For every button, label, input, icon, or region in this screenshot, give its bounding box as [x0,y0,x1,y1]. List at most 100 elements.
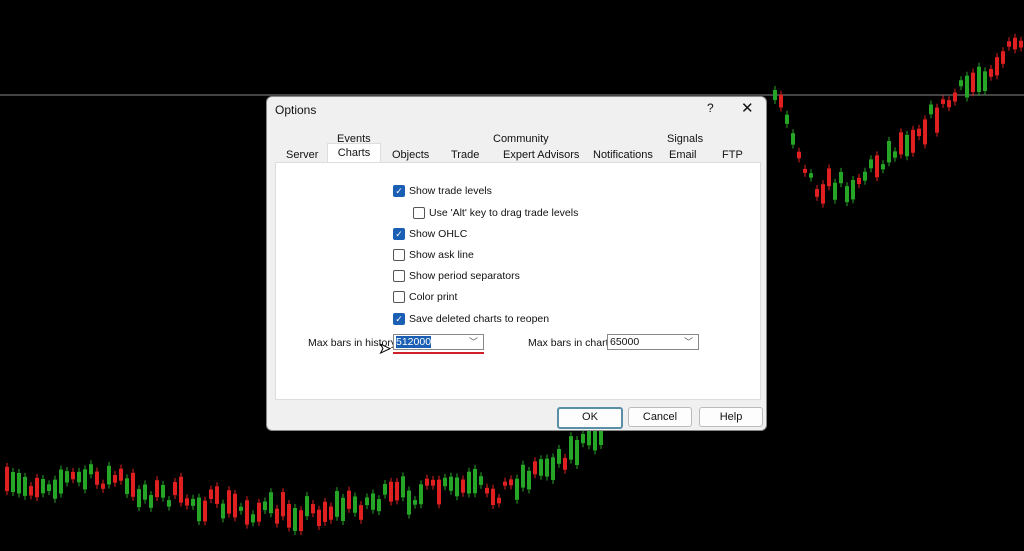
candle-body [461,479,465,493]
tab-expert-advisors[interactable]: Expert Advisors [503,149,579,161]
candle-body [143,484,147,500]
chevron-down-icon[interactable]: ﹀ [684,335,693,349]
candle-body [23,476,27,496]
candle-body [797,151,801,159]
candle-body [383,484,387,495]
candle-body [995,57,999,76]
candle-body [341,497,345,522]
mouse-cursor-icon: ➤ [379,340,392,357]
candle-body [185,498,189,506]
checkbox-label: Color print [409,291,458,303]
candle-body [215,486,219,504]
checkbox-label: Show OHLC [409,228,468,240]
candle-body [989,69,993,77]
checkbox-0[interactable]: ✓ Show trade levels [393,185,492,197]
candle-body [539,459,543,476]
candle-body [833,182,837,200]
tab-objects[interactable]: Objects [392,149,429,161]
help-button[interactable]: Help [699,407,763,427]
candle-body [275,508,279,524]
candle-body [59,469,63,494]
checkbox-label: Show period separators [409,270,520,282]
candle-body [431,479,435,486]
ok-button[interactable]: OK [557,407,623,429]
candle-body [563,457,567,470]
candle-body [269,492,273,514]
candle-body [869,159,873,169]
tab-community[interactable]: Community [493,133,549,145]
checkbox-icon[interactable] [393,249,405,261]
close-icon[interactable]: ✕ [741,99,754,117]
checkbox-icon[interactable] [413,207,425,219]
candle-body [401,476,405,498]
checkbox-icon[interactable] [393,270,405,282]
candle-body [923,119,927,145]
checkbox-icon[interactable] [393,291,405,303]
candle-body [167,500,171,507]
checkbox-6[interactable]: ✓ Save deleted charts to reopen [393,313,549,325]
candle-body [875,155,879,178]
candle-body [971,72,975,93]
candle-body [119,468,123,481]
options-dialog: Options ? ✕ Events Community Signals Ser… [266,96,767,431]
candle-body [593,430,597,451]
candle-body [575,440,579,466]
tab-server[interactable]: Server [286,149,318,161]
help-icon[interactable]: ? [707,101,714,115]
candle-body [881,164,885,170]
candle-body [65,471,69,483]
tab-ftp[interactable]: FTP [722,149,743,161]
candle-body [323,501,327,522]
candle-body [251,514,255,523]
candle-body [197,497,201,522]
candle-body [317,509,321,526]
candle-body [347,490,351,509]
candle-body [953,92,957,102]
max-bars-history-combo[interactable]: 512000 ﹀ [393,334,484,350]
candle-body [263,501,267,511]
candle-body [467,471,471,494]
tab-trade[interactable]: Trade [451,149,479,161]
candle-body [803,168,807,173]
candle-body [1013,37,1017,50]
cancel-button[interactable]: Cancel [628,407,692,427]
candle-body [365,497,369,506]
checkbox-2[interactable]: ✓ Show OHLC [393,228,467,240]
candle-body [965,75,969,98]
candle-body [527,470,531,490]
candle-body [239,506,243,511]
checkbox-5[interactable]: Color print [393,291,457,303]
max-bars-chart-combo[interactable]: 65000 ﹀ [607,334,699,350]
candle-body [929,104,933,115]
checkbox-4[interactable]: Show period separators [393,270,520,282]
candle-body [863,171,867,181]
candle-body [893,151,897,158]
checkbox-label: Show trade levels [409,185,492,197]
tab-email[interactable]: Email [669,149,697,161]
checkbox-1[interactable]: Use 'Alt' key to drag trade levels [413,207,578,219]
candle-body [371,493,375,510]
checkbox-icon[interactable]: ✓ [393,228,405,240]
tab-signals[interactable]: Signals [667,133,703,145]
candle-body [491,488,495,505]
candle-body [203,500,207,522]
candle-body [35,477,39,498]
candle-body [227,490,231,514]
candle-body [1001,51,1005,64]
candle-body [137,489,141,508]
checkbox-label: Show ask line [409,249,474,261]
candle-body [281,492,285,517]
checkbox-3[interactable]: Show ask line [393,249,474,261]
tab-charts[interactable]: Charts [327,143,381,164]
candle-body [425,478,429,486]
checkbox-icon[interactable]: ✓ [393,185,405,197]
checkbox-icon[interactable]: ✓ [393,313,405,325]
candle-body [533,461,537,475]
chevron-down-icon[interactable]: ﹀ [469,335,478,349]
tab-notifications[interactable]: Notifications [593,149,653,161]
candle-body [503,481,507,486]
candle-body [419,484,423,505]
candle-body [521,464,525,488]
candle-body [899,132,903,155]
candle-body [1007,41,1011,47]
